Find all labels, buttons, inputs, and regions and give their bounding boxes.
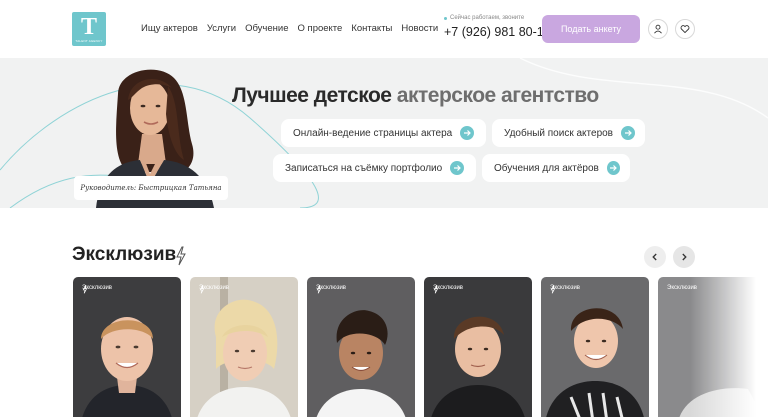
actor-card[interactable]: Эксклюзив — [73, 277, 181, 417]
actor-photo — [541, 277, 649, 417]
phone-number[interactable]: +7 (926) 981 80-12 — [444, 25, 551, 39]
lightning-icon — [550, 285, 556, 294]
pill-online-page[interactable]: Онлайн-ведение страницы актера — [281, 119, 486, 147]
actor-photo — [73, 277, 181, 417]
phone-note: Сейчас работаем, звоните — [444, 15, 551, 21]
arrow-right-icon — [450, 161, 465, 175]
badge-label: Эксклюзив — [667, 285, 697, 291]
logo-letter: T — [80, 13, 97, 40]
hero-title-main: Лучшее детское — [232, 84, 397, 107]
nav-item-find-actors[interactable]: Ищу актеров — [141, 23, 198, 34]
pill-label: Удобный поиск актеров — [504, 127, 613, 139]
pill-label: Онлайн-ведение страницы актера — [293, 127, 453, 139]
carousel-fade-overlay — [690, 277, 768, 417]
pill-label: Обучения для актёров — [494, 162, 599, 174]
status-dot-icon — [444, 16, 447, 20]
lightning-icon — [316, 285, 322, 294]
pill-label: Записаться на съёмку портфолио — [285, 162, 443, 174]
actor-photo — [307, 277, 415, 417]
exclusive-badge: Эксклюзив — [316, 285, 346, 294]
actor-photo — [190, 277, 298, 417]
exclusive-title: Эксклюзив — [72, 244, 177, 265]
lightning-icon — [199, 285, 205, 294]
carousel-prev-button[interactable] — [644, 246, 666, 268]
lightning-icon — [433, 285, 439, 294]
logo-subtitle: TALENT AGENCY — [75, 38, 103, 43]
nav-item-contacts[interactable]: Контакты — [351, 23, 392, 34]
exclusive-badge: Эксклюзив — [199, 285, 229, 294]
logo[interactable]: T TALENT AGENCY — [72, 12, 106, 46]
actor-card[interactable]: Эксклюзив — [541, 277, 649, 417]
exclusive-badge: Эксклюзив — [433, 285, 463, 294]
actor-card[interactable]: Эксклюзив — [424, 277, 532, 417]
lightning-icon — [82, 285, 88, 294]
phone-note-text: Сейчас работаем, звоните — [450, 15, 525, 21]
hero-banner: Руководитель: Быстрицкая Татьяна Лучшее … — [0, 58, 768, 208]
pill-portfolio-shoot[interactable]: Записаться на съёмку портфолио — [273, 154, 476, 182]
lightning-icon — [176, 246, 186, 266]
hero-title: Лучшее детское актерское агентство — [232, 84, 599, 108]
exclusive-badge: Эксклюзив — [667, 285, 697, 291]
actor-card[interactable]: Эксклюзив — [190, 277, 298, 417]
arrow-right-icon — [460, 126, 475, 140]
user-icon[interactable] — [648, 19, 668, 39]
exclusive-badge: Эксклюзив — [550, 285, 580, 294]
exclusive-carousel: Эксклюзив Эксклюзив Эксклюзив Эксклюзив … — [0, 277, 768, 417]
arrow-right-icon — [606, 161, 620, 175]
arrow-right-icon — [621, 126, 635, 140]
chevron-left-icon — [652, 253, 657, 261]
phone-block: Сейчас работаем, звоните +7 (926) 981 80… — [444, 15, 551, 39]
chevron-right-icon — [682, 253, 687, 261]
hero-title-accent: актерское агентство — [396, 84, 599, 107]
main-nav: Ищу актеров Услуги Обучение О проекте Ко… — [141, 23, 438, 34]
apply-button[interactable]: Подать анкету — [542, 15, 640, 43]
nav-item-services[interactable]: Услуги — [207, 23, 236, 34]
actor-photo — [424, 277, 532, 417]
carousel-next-button[interactable] — [673, 246, 695, 268]
pill-actor-search[interactable]: Удобный поиск актеров — [492, 119, 645, 147]
heart-icon[interactable] — [675, 19, 695, 39]
site-header: T TALENT AGENCY Ищу актеров Услуги Обуче… — [0, 0, 768, 58]
director-caption: Руководитель: Быстрицкая Татьяна — [74, 176, 228, 200]
actor-card[interactable]: Эксклюзив — [307, 277, 415, 417]
exclusive-badge: Эксклюзив — [82, 285, 112, 294]
nav-item-news[interactable]: Новости — [401, 23, 438, 34]
nav-item-training[interactable]: Обучение — [245, 23, 288, 34]
nav-item-about[interactable]: О проекте — [298, 23, 343, 34]
pill-actor-training[interactable]: Обучения для актёров — [482, 154, 630, 182]
